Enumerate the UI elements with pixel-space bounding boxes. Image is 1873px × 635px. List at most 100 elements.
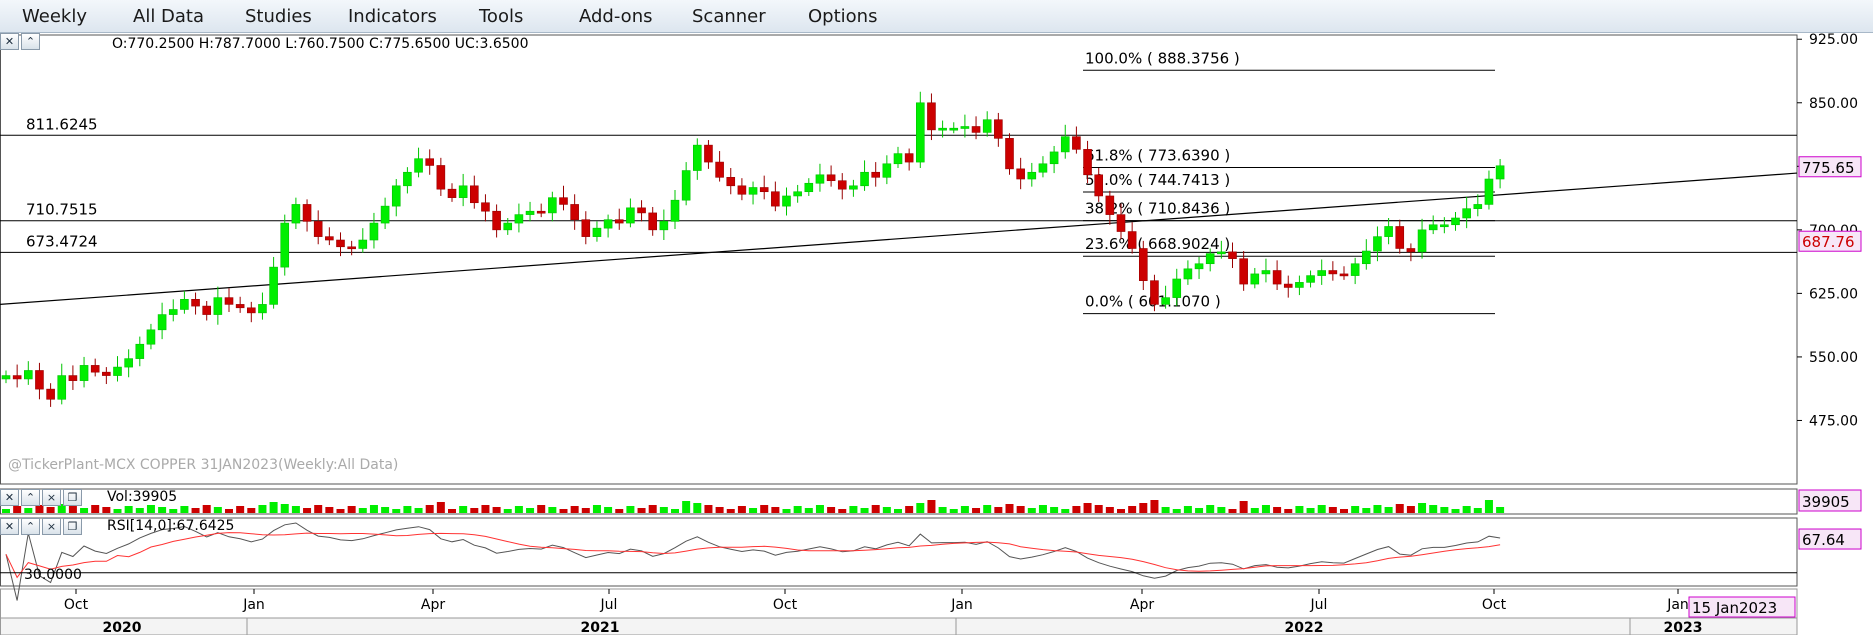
volume-bar <box>403 506 412 513</box>
volume-bar <box>1061 509 1070 513</box>
y-tick-label: 550.00 <box>1809 350 1858 366</box>
candle-body <box>280 222 290 268</box>
volume-bar <box>46 507 55 513</box>
candle-body <box>1428 224 1438 231</box>
volume-bar <box>1429 505 1438 513</box>
rsi-badge: 67.64 <box>1802 531 1845 549</box>
volume-bar <box>938 507 947 513</box>
rsi-panel-collapse-icon[interactable]: ⌃ <box>21 518 40 535</box>
menu-add-ons[interactable]: Add-ons <box>579 6 652 27</box>
menu-tools[interactable]: Tools <box>479 6 523 27</box>
candle-body <box>659 221 669 231</box>
chart-area: O:770.2500 H:787.7000 L:760.7500 C:775.6… <box>0 33 1862 635</box>
candle-body <box>514 214 524 224</box>
candle-body <box>982 119 992 133</box>
menu-scanner[interactable]: Scanner <box>692 6 766 27</box>
volume-bar <box>581 508 590 513</box>
candle-body <box>1451 217 1460 226</box>
volume-bar <box>793 506 802 513</box>
fib-label: 23.6% ( 668.9024 ) <box>1085 235 1230 253</box>
volume-panel-close-icon[interactable]: ✕ <box>0 489 19 506</box>
volume-bar <box>1094 505 1103 513</box>
candle-body <box>180 299 189 310</box>
volume-bar <box>1295 506 1304 513</box>
volume-bar <box>526 508 535 513</box>
candle-body <box>202 305 211 315</box>
candle-body <box>548 197 557 214</box>
fib-label: 100.0% ( 888.3756 ) <box>1085 49 1240 67</box>
candle-body <box>425 158 435 166</box>
last-price-badge: 775.65 <box>1802 159 1855 177</box>
volume-bar <box>548 507 557 513</box>
candle-body <box>347 246 356 250</box>
volume-panel-collapse-icon[interactable]: ⌃ <box>21 489 40 506</box>
rsi-label: RSI[14,0]:67.6425 <box>107 518 235 534</box>
volume-bar <box>1050 507 1059 513</box>
candle-body <box>503 222 513 231</box>
volume-bar <box>481 505 490 513</box>
volume-bar <box>737 506 746 513</box>
candle-body <box>971 126 981 133</box>
candle-body <box>1016 168 1025 180</box>
candle-body <box>90 365 100 373</box>
volume-bar <box>202 505 211 513</box>
x-tick-label: Jan <box>1666 597 1689 613</box>
time-axis <box>0 588 1798 619</box>
rsi-panel-delete-icon[interactable]: × <box>42 518 61 535</box>
candle-body <box>737 185 747 195</box>
candle-body <box>804 182 814 193</box>
candle-body <box>1495 165 1505 180</box>
volume-bar <box>225 509 233 513</box>
candle-body <box>146 329 156 345</box>
candle-body <box>403 171 412 187</box>
menu-indicators[interactable]: Indicators <box>348 6 437 27</box>
candle-body <box>302 204 312 222</box>
volume-bar <box>849 506 858 513</box>
candle-body <box>860 171 869 187</box>
volume-bar <box>637 508 646 513</box>
volume-bar <box>1005 504 1014 513</box>
volume-bar <box>1183 506 1192 513</box>
menu-all-data[interactable]: All Data <box>133 6 204 27</box>
volume-bar <box>135 508 144 513</box>
volume-bar <box>1362 508 1371 513</box>
volume-bar <box>1384 507 1393 513</box>
candle-body <box>1239 258 1248 285</box>
main-panel-close-icon[interactable]: ✕ <box>0 33 19 50</box>
volume-panel-delete-icon[interactable]: × <box>42 489 61 506</box>
candle-body <box>692 144 702 171</box>
volume-bar <box>291 506 300 513</box>
year-label: 2023 <box>1664 620 1703 635</box>
volume-bar <box>13 506 22 513</box>
main-panel-collapse-icon[interactable]: ⌃ <box>21 33 40 50</box>
candle-body <box>436 165 446 190</box>
menu-options[interactable]: Options <box>808 6 877 27</box>
candle-body <box>1228 251 1237 259</box>
candle-body <box>35 370 44 390</box>
volume-bar <box>626 506 635 513</box>
fib-label: 50.0% ( 744.7413 ) <box>1085 171 1230 189</box>
candle-body <box>336 239 345 248</box>
volume-bar <box>1273 507 1282 513</box>
menu-weekly[interactable]: Weekly <box>22 6 87 27</box>
y-tick-label: 625.00 <box>1809 286 1858 302</box>
year-label: 2021 <box>581 620 620 635</box>
volume-bar <box>815 505 824 513</box>
volume-panel-maximize-icon[interactable]: ❐ <box>63 489 82 506</box>
volume-bar <box>24 508 33 513</box>
candle-body <box>603 219 613 229</box>
candle-body <box>915 102 925 163</box>
candle-body <box>904 153 914 163</box>
candle-body <box>224 297 234 305</box>
menu-studies[interactable]: Studies <box>245 6 312 27</box>
candle-body <box>1395 226 1405 249</box>
volume-bar <box>1496 507 1505 513</box>
rsi-panel-close-icon[interactable]: ✕ <box>0 518 19 535</box>
candle-body <box>1250 273 1260 285</box>
volume-bar <box>236 506 245 513</box>
rsi-panel-maximize-icon[interactable]: ❐ <box>63 518 82 535</box>
volume-bar <box>1340 509 1348 513</box>
candle-body <box>492 210 501 231</box>
volume-bar <box>213 507 222 513</box>
candle-body <box>871 171 881 178</box>
